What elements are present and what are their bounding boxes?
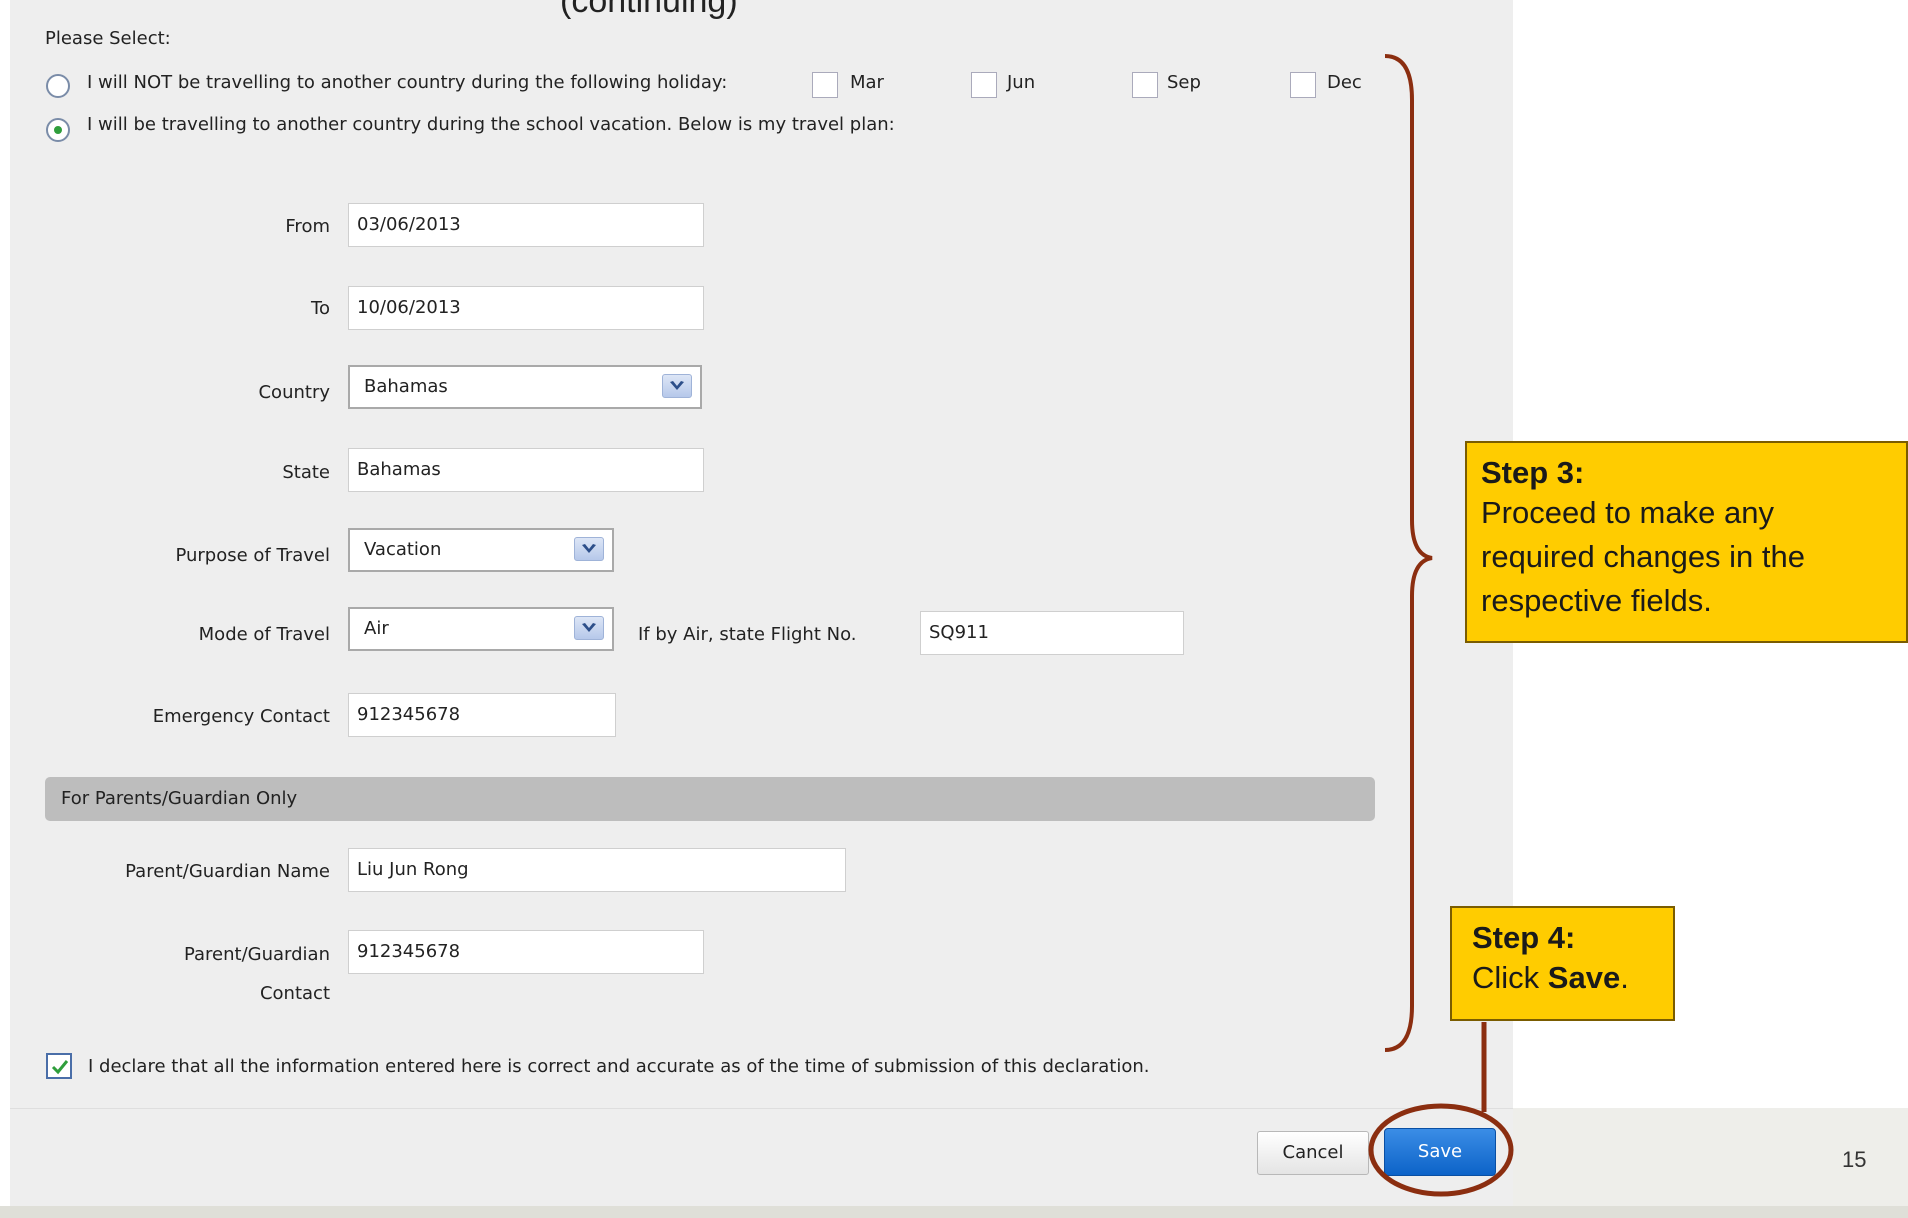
curly-brace-annotation [1384, 54, 1433, 1052]
step4-callout: Step 4: Click Save. [1450, 906, 1675, 1021]
save-highlight-ellipse [1368, 1103, 1514, 1197]
page-number: 15 [1842, 1147, 1867, 1172]
step4-text-post: . [1620, 960, 1629, 995]
step3-text: Proceed to make any required changes in … [1481, 495, 1806, 618]
step4-text-bold: Save [1547, 960, 1621, 995]
step3-title: Step 3: [1481, 455, 1585, 490]
step4-text-pre: Click [1472, 960, 1548, 995]
step3-callout: Step 3: Proceed to make any required cha… [1465, 441, 1908, 643]
step4-title: Step 4: [1472, 920, 1576, 955]
